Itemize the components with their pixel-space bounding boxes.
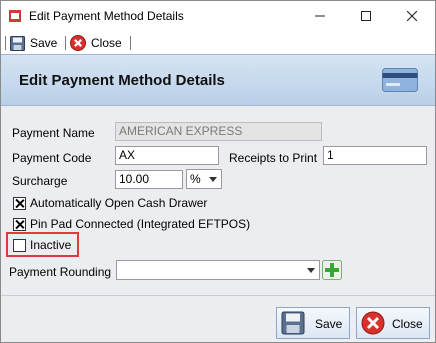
close-circle-icon: [70, 35, 86, 51]
close-circle-icon: [361, 311, 385, 335]
payment-rounding-label: Payment Rounding: [9, 265, 112, 279]
receipts-to-print-label: Receipts to Print: [229, 151, 318, 165]
toolbar-save-label: Save: [30, 36, 58, 50]
window-title: Edit Payment Method Details: [29, 9, 184, 23]
inactive-checkbox[interactable]: [13, 239, 26, 252]
surcharge-label: Surcharge: [12, 174, 68, 188]
surcharge-unit-value: %: [190, 172, 201, 186]
chevron-down-icon: [307, 268, 315, 273]
close-button-label: Close: [392, 317, 423, 331]
save-button[interactable]: Save: [276, 307, 350, 339]
maximize-button[interactable]: [343, 1, 388, 31]
toolbar-close-label: Close: [91, 36, 122, 50]
toolbar-save-button[interactable]: Save: [10, 35, 57, 51]
toolbar-separator: [5, 36, 6, 50]
maximize-icon: [360, 11, 371, 21]
receipts-to-print-field[interactable]: 1: [323, 146, 427, 165]
surcharge-unit-select[interactable]: %: [186, 169, 222, 189]
minimize-button[interactable]: [297, 1, 342, 31]
page-title: Edit Payment Method Details: [19, 72, 225, 89]
inactive-label: Inactive: [30, 238, 72, 252]
close-icon: [406, 10, 417, 22]
surcharge-field[interactable]: 10.00: [115, 170, 183, 189]
chevron-down-icon: [209, 177, 217, 182]
window-close-button[interactable]: [389, 1, 434, 31]
pin-pad-connected-label: Pin Pad Connected (Integrated EFTPOS): [30, 217, 251, 231]
floppy-disk-icon: [281, 311, 305, 335]
toolbar-separator: [65, 36, 66, 50]
app-icon: [9, 10, 21, 22]
toolbar-close-button[interactable]: Close: [70, 35, 122, 51]
dialog-header: Edit Payment Method Details: [1, 54, 435, 106]
dialog-window: Edit Payment Method Details Save Close E…: [0, 0, 436, 343]
minimize-icon: [314, 15, 325, 17]
floppy-disk-icon: [10, 35, 25, 51]
toolbar: Save Close: [1, 32, 435, 54]
payment-code-field[interactable]: AX: [115, 146, 219, 165]
auto-open-cash-drawer-label: Automatically Open Cash Drawer: [30, 196, 208, 210]
toolbar-separator: [130, 36, 131, 50]
credit-card-icon: [382, 68, 418, 92]
payment-name-label: Payment Name: [12, 126, 95, 140]
save-button-label: Save: [315, 317, 343, 331]
close-button[interactable]: Close: [356, 307, 430, 339]
title-bar: Edit Payment Method Details: [1, 1, 435, 31]
payment-name-field: AMERICAN EXPRESS: [115, 122, 322, 141]
payment-rounding-select[interactable]: [116, 260, 320, 280]
payment-code-label: Payment Code: [12, 151, 92, 165]
add-rounding-button[interactable]: [322, 260, 342, 280]
pin-pad-connected-checkbox[interactable]: [13, 218, 26, 231]
auto-open-cash-drawer-checkbox[interactable]: [13, 197, 26, 210]
